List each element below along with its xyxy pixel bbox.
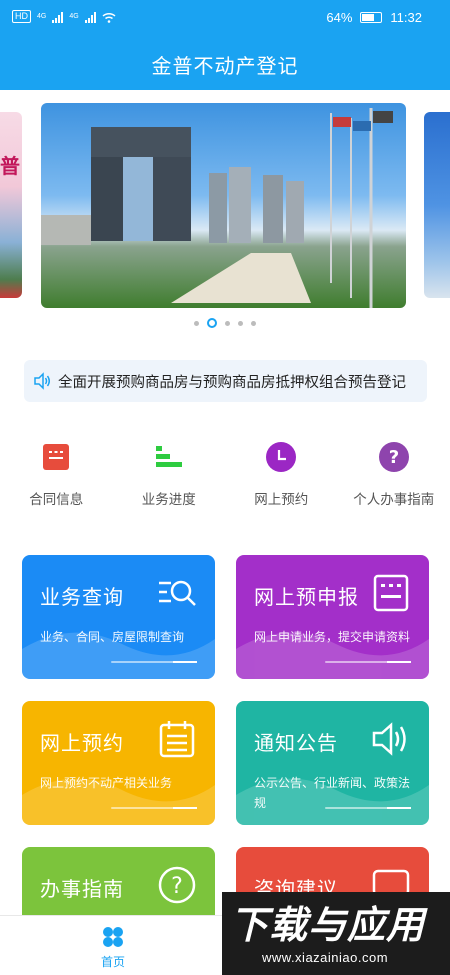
signal-2-label: 4G xyxy=(69,13,79,20)
home-grid-icon xyxy=(103,927,123,947)
card-notice[interactable]: 通知公告 公示公告、行业新闻、政策法规 xyxy=(236,701,429,825)
carousel-indicator xyxy=(0,318,450,328)
carousel-dot[interactable] xyxy=(194,320,199,326)
carousel-next-slide[interactable] xyxy=(424,112,450,298)
card-online-prereport[interactable]: 网上预申报 网上申请业务，提交申请资料 xyxy=(236,555,429,679)
wifi-icon xyxy=(102,12,116,23)
help-icon: ? xyxy=(377,440,411,474)
status-left: HD 4G 4G xyxy=(12,10,116,23)
prev-slide-glyph: 普 xyxy=(0,156,20,178)
card-online-appointment[interactable]: 网上预约 网上预约不动产相关业务 xyxy=(22,701,215,825)
status-right: 64% 11:32 xyxy=(326,10,422,25)
calendar-icon xyxy=(159,721,195,758)
quick-link-label: 合同信息 xyxy=(29,492,84,507)
carousel-dot[interactable] xyxy=(238,320,243,326)
carousel-prev-slide[interactable]: 普 xyxy=(0,112,22,298)
carousel-current-slide[interactable] xyxy=(41,103,406,308)
signal-1-label: 4G xyxy=(37,13,47,20)
battery-icon xyxy=(360,12,383,23)
speaker-icon xyxy=(372,722,406,756)
card-title: 网上预约 xyxy=(40,733,124,755)
page-title: 金普不动产登记 xyxy=(151,56,299,78)
watermark-title: 下载与应用 xyxy=(230,905,426,947)
speaker-icon xyxy=(34,372,50,390)
card-title: 办事指南 xyxy=(40,879,124,901)
notice-bar[interactable]: 全面开展预购商品房与预购商品房抵押权组合预告登记 xyxy=(24,360,427,402)
quick-link-progress[interactable]: 业务进度 xyxy=(113,440,226,520)
progress-icon xyxy=(152,440,186,474)
watermark: 下载与应用 www.xiazainiao.com xyxy=(222,892,450,975)
banner-carousel[interactable]: 普 xyxy=(0,100,450,310)
hd-badge: HD xyxy=(12,10,31,23)
clock-icon xyxy=(264,440,298,474)
clock-time: 11:32 xyxy=(390,10,422,25)
card-title: 业务查询 xyxy=(40,587,124,609)
quick-link-label: 业务进度 xyxy=(141,492,196,507)
card-line-decoration xyxy=(325,807,411,809)
card-business-query[interactable]: 业务查询 业务、合同、房屋限制查询 xyxy=(22,555,215,679)
carousel-dot-active[interactable] xyxy=(207,318,217,328)
signal-1-icon xyxy=(52,11,64,23)
card-desc: 网上申请业务，提交申请资料 xyxy=(254,630,411,644)
nav-home[interactable]: 首页 xyxy=(90,926,136,970)
svg-text:?: ? xyxy=(171,874,183,899)
quick-links: 合同信息 业务进度 网上预约 ? 个人办事指南 xyxy=(0,440,450,520)
card-line-decoration xyxy=(111,661,197,663)
quick-link-appointment[interactable]: 网上预约 xyxy=(225,440,338,520)
card-desc: 网上预约不动产相关业务 xyxy=(40,776,173,790)
svg-text:?: ? xyxy=(389,447,399,468)
search-list-icon xyxy=(159,580,196,606)
app-header: HD 4G 4G 64% 11:32 金普不动产登记 xyxy=(0,0,450,90)
form-icon xyxy=(373,574,409,612)
status-bar: HD 4G 4G 64% 11:32 xyxy=(0,0,450,36)
card-title: 通知公告 xyxy=(254,733,338,755)
carousel-dot[interactable] xyxy=(225,320,230,326)
help-icon: ? xyxy=(158,866,196,904)
battery-percent: 64% xyxy=(326,10,353,25)
quick-link-label: 个人办事指南 xyxy=(353,492,435,507)
card-line-decoration xyxy=(111,807,197,809)
card-desc: 业务、合同、房屋限制查询 xyxy=(40,630,185,644)
watermark-url: www.xiazainiao.com xyxy=(262,950,389,965)
nav-home-label: 首页 xyxy=(100,955,125,969)
quick-link-label: 网上预约 xyxy=(254,492,309,507)
notice-text: 全面开展预购商品房与预购商品房抵押权组合预告登记 xyxy=(58,374,406,391)
document-icon xyxy=(39,440,73,474)
carousel-dot[interactable] xyxy=(251,320,256,326)
card-line-decoration xyxy=(325,661,411,663)
city-photo xyxy=(41,108,393,308)
signal-2-icon xyxy=(84,11,96,23)
quick-link-guide[interactable]: ? 个人办事指南 xyxy=(338,440,450,520)
quick-link-contract[interactable]: 合同信息 xyxy=(0,440,113,520)
card-title: 网上预申报 xyxy=(254,587,359,609)
